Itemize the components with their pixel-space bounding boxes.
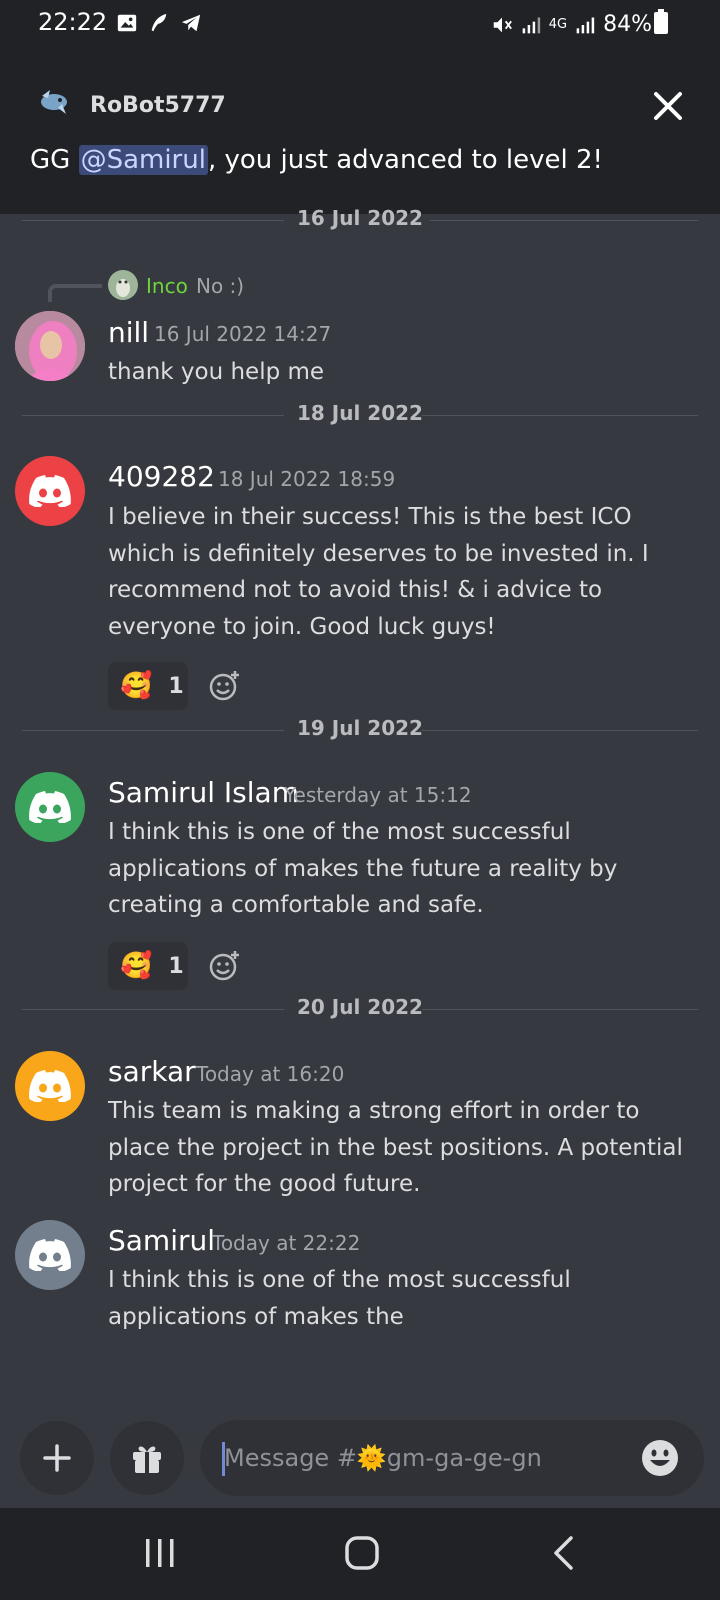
reply-text[interactable]: No :) [196, 274, 244, 298]
reaction-count: 1 [168, 953, 184, 979]
battery-icon [654, 9, 668, 34]
reaction-emoji: 🥰 [120, 671, 153, 701]
bot-name: RoBot5777 [90, 93, 226, 118]
discord-logo-icon [29, 791, 71, 823]
home-button[interactable] [332, 1528, 392, 1578]
message-content: This team is making a strong effort in o… [108, 1098, 683, 1197]
bot-avatar-icon [41, 90, 67, 114]
message-input[interactable] [224, 1438, 604, 1478]
message-content: I think this is one of the most successf… [108, 1267, 571, 1330]
add-reaction-icon[interactable] [208, 949, 242, 983]
date-label: 19 Jul 2022 [297, 716, 423, 740]
avatar[interactable] [15, 1220, 85, 1290]
avatar[interactable] [15, 456, 85, 526]
date-label: 20 Jul 2022 [297, 995, 423, 1019]
notification-icons [116, 12, 202, 34]
message-input-box[interactable] [200, 1420, 704, 1496]
close-icon[interactable] [648, 86, 688, 126]
message-author[interactable]: Samirul [108, 1224, 215, 1257]
mute-icon [493, 17, 512, 32]
reply-connector [48, 284, 102, 302]
reply-avatar[interactable] [108, 270, 138, 300]
banner-prefix: GG [30, 145, 79, 175]
android-nav-bar [0, 1508, 720, 1600]
back-button[interactable] [534, 1528, 594, 1578]
message-timestamp: Today at 16:20 [196, 1062, 345, 1086]
date-divider: 20 Jul 2022 [22, 995, 698, 1025]
notification-banner[interactable] [0, 48, 720, 214]
date-label: 18 Jul 2022 [297, 401, 423, 425]
message-content: I believe in their success! This is the … [108, 504, 649, 640]
banner-message: GG @Samirul, you just advanced to level … [30, 145, 603, 175]
discord-logo-icon [29, 475, 71, 507]
status-time: 22:22 [38, 8, 108, 36]
message-content: thank you help me [108, 359, 325, 385]
gallery-icon [117, 14, 137, 32]
feather-icon [151, 13, 167, 32]
add-reaction-icon[interactable] [208, 669, 242, 703]
reaction-button[interactable]: 🥰 1 [108, 942, 188, 990]
reaction-button[interactable]: 🥰 1 [108, 662, 188, 710]
reaction-emoji: 🥰 [120, 951, 153, 981]
message-content: I think this is one of the most successf… [108, 819, 618, 918]
avatar[interactable] [15, 1051, 85, 1121]
back-icon [554, 1536, 573, 1570]
discord-logo-icon [29, 1070, 71, 1102]
signal-icon [522, 17, 540, 33]
network-type: 4G [548, 17, 568, 32]
date-divider: 18 Jul 2022 [22, 401, 698, 431]
gift-button[interactable] [110, 1421, 184, 1495]
status-bar: 22:22 4G 84% [0, 0, 720, 48]
home-icon [345, 1536, 379, 1570]
message-author[interactable]: Samirul Islam [108, 776, 299, 809]
date-divider: 16 Jul 2022 [22, 206, 698, 236]
plus-icon [43, 1444, 71, 1472]
message-author[interactable]: 409282 [108, 460, 215, 493]
telegram-icon [181, 14, 201, 32]
add-attachment-button[interactable] [20, 1421, 94, 1495]
text-cursor [222, 1442, 225, 1476]
recent-apps-icon [146, 1539, 174, 1567]
date-divider: 19 Jul 2022 [22, 716, 698, 746]
gift-icon [133, 1446, 161, 1473]
reply-author[interactable]: Inco [146, 274, 188, 298]
avatar[interactable] [15, 772, 85, 842]
avatar[interactable] [15, 311, 85, 381]
message-timestamp: 18 Jul 2022 18:59 [218, 467, 396, 491]
banner-suffix: , you just advanced to level 2! [207, 145, 603, 175]
message-timestamp: 16 Jul 2022 14:27 [154, 322, 332, 346]
battery-percent: 84% [603, 12, 652, 37]
signal-icon-2 [576, 17, 595, 33]
system-icons: 4G 84% [491, 12, 670, 37]
smiley-icon[interactable] [640, 1438, 680, 1478]
reaction-count: 1 [168, 673, 184, 699]
discord-logo-icon [29, 1239, 71, 1271]
message-author[interactable]: nill [108, 316, 149, 349]
user-mention[interactable]: @Samirul [78, 145, 208, 175]
message-author[interactable]: sarkar [108, 1055, 196, 1088]
message-timestamp: Today at 22:22 [212, 1231, 361, 1255]
date-label: 16 Jul 2022 [297, 206, 423, 230]
message-timestamp: Yesterday at 15:12 [284, 783, 472, 807]
recent-apps-button[interactable] [130, 1528, 190, 1578]
